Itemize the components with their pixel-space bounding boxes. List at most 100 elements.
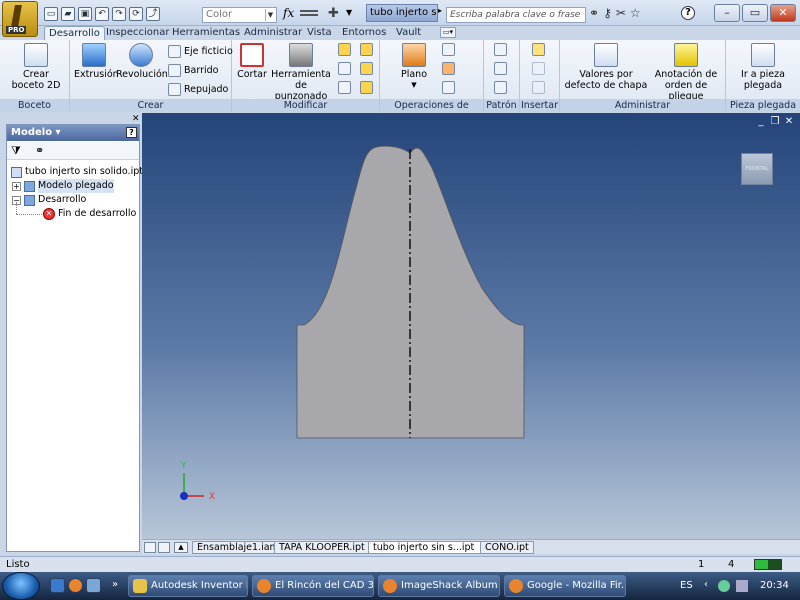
work-point-icon[interactable] — [442, 62, 455, 75]
volume-icon[interactable] — [736, 580, 748, 592]
network-icon[interactable] — [718, 580, 730, 592]
tree-node-desarrollo[interactable]: − Desarrollo — [12, 193, 86, 207]
browser-help-icon[interactable]: ? — [126, 127, 137, 138]
update-icon[interactable]: ⟳ — [129, 7, 143, 21]
hem-icon[interactable] — [360, 62, 373, 75]
tab-desarrollo[interactable]: Desarrollo — [44, 26, 105, 40]
quicklaunch-chevron-icon[interactable]: » — [112, 579, 118, 590]
anotacion-orden-pliegue-button[interactable]: Anotación de orden de pliegue — [648, 43, 724, 102]
taskbar-item-inventor[interactable]: Autodesk Inventor P... — [128, 575, 248, 597]
doc-tab-ensamblaje1[interactable]: Ensamblaje1.iam — [192, 541, 284, 554]
inventor-logo-icon — [11, 5, 22, 27]
import-icon[interactable] — [532, 81, 545, 94]
search-input[interactable]: Escriba palabra clave o frase — [446, 7, 586, 23]
doc-tab-tubo-injerto[interactable]: tubo injerto sin s...ipt ⊠ — [368, 541, 492, 554]
tab-scroll-up-icon[interactable]: ▲ — [174, 542, 188, 553]
clock[interactable]: 20:34 — [760, 580, 789, 591]
firefox-icon[interactable] — [68, 578, 83, 593]
tab-inspeccionar[interactable]: Inspeccionar — [102, 26, 173, 40]
circular-pattern-icon[interactable] — [494, 62, 507, 75]
show-desktop-icon[interactable] — [50, 578, 65, 593]
save-icon[interactable]: ▣ — [78, 7, 92, 21]
title-arrow-icon[interactable]: ▸ — [438, 6, 442, 15]
tab-vista[interactable]: Vista — [303, 26, 336, 40]
fx-icon[interactable]: fx — [283, 6, 294, 20]
help-icon[interactable]: ? — [681, 6, 695, 20]
start-button[interactable] — [2, 572, 40, 600]
find-binoculars-icon[interactable]: ⚭ — [35, 144, 44, 157]
tab-administrar[interactable]: Administrar — [240, 26, 306, 40]
ir-pieza-plegada-button[interactable]: Ir a pieza plegada — [730, 43, 796, 91]
fold-icon[interactable] — [338, 81, 351, 94]
flat-pattern-drawing: X Y — [180, 145, 525, 502]
triad-origin — [180, 492, 188, 500]
browser-help-label: ? — [129, 128, 134, 137]
extrusion-button[interactable]: Extrusión — [74, 43, 119, 80]
taskbar-item-rincon-cad[interactable]: El Rincón del CAD 3... — [252, 575, 374, 597]
tab-herramientas[interactable]: Herramientas — [168, 26, 244, 40]
rectangular-pattern-icon[interactable] — [494, 43, 507, 56]
new-icon[interactable]: ▭ — [44, 7, 58, 21]
minimize-button[interactable]: – — [714, 4, 740, 22]
binoculars-icon[interactable]: ⚭ — [589, 6, 599, 20]
tab-entornos[interactable]: Entornos — [338, 26, 390, 40]
repujado-button[interactable]: Repujado — [168, 81, 228, 97]
tools-icon[interactable]: ✂ — [616, 6, 626, 20]
qat-dropdown-icon[interactable]: ▼ — [346, 8, 352, 17]
corner-round-icon[interactable] — [360, 81, 373, 94]
revolucion-button[interactable]: Revolución — [116, 43, 168, 80]
plano-button[interactable]: Plano ▼ — [394, 43, 434, 91]
filter-icon[interactable]: ⧩ — [11, 144, 21, 158]
lineweight-icon[interactable] — [300, 10, 318, 16]
tile-windows-icon[interactable] — [144, 542, 156, 553]
arrange-windows-icon[interactable] — [158, 542, 170, 553]
key-icon[interactable]: ⚷ — [603, 6, 612, 20]
browser-close-icon[interactable]: ✕ — [132, 114, 140, 124]
fx-label: fx — [283, 6, 295, 20]
graphics-viewport[interactable]: _ ❐ ✕ FRONTAL X Y — [142, 113, 800, 539]
work-axis-icon[interactable] — [442, 43, 455, 56]
doc-tab-cono[interactable]: CONO.ipt — [480, 541, 534, 554]
flat-pattern-icon — [24, 194, 35, 206]
cut-icon — [240, 43, 264, 67]
tree-node-fin-desarrollo[interactable]: ✕ Fin de desarrollo — [43, 207, 136, 221]
tray-expand-icon[interactable]: ‹ — [704, 579, 708, 590]
taskbar-item-google[interactable]: Google - Mozilla Fir... — [504, 575, 626, 597]
language-indicator[interactable]: ES — [680, 580, 693, 591]
flange-icon[interactable] — [338, 43, 351, 56]
application-menu-button[interactable]: PRO — [2, 1, 38, 37]
taskbar-item-imageshack[interactable]: ImageShack Album ... — [378, 575, 500, 597]
corner-seam-icon[interactable] — [338, 62, 351, 75]
insert-image-icon[interactable] — [532, 43, 545, 56]
tab-vault[interactable]: Vault — [392, 26, 425, 40]
color-combo[interactable]: Color ▼ — [202, 7, 277, 23]
plus-icon[interactable]: ✚ — [328, 6, 339, 21]
contour-flange-icon[interactable] — [360, 43, 373, 56]
eje-ficticio-button[interactable]: Eje ficticio — [168, 43, 233, 59]
maximize-button[interactable]: ▭ — [742, 4, 768, 22]
doc-tab-tapa-klooper[interactable]: TAPA KLOOPER.ipt — [274, 541, 370, 554]
tree-node-part[interactable]: tubo injerto sin solido.ipt — [11, 165, 143, 179]
bend-order-icon — [674, 43, 698, 67]
tree-label: Modelo plegado — [38, 179, 114, 193]
barrido-button[interactable]: Barrido — [168, 62, 218, 78]
open-icon[interactable]: ▰ — [61, 7, 75, 21]
cortar-button[interactable]: Cortar — [235, 43, 269, 80]
crear-boceto-button[interactable]: Crear boceto 2D — [8, 43, 64, 91]
expand-plus-icon[interactable]: + — [12, 181, 21, 191]
redo-icon[interactable]: ↷ — [112, 7, 126, 21]
undo-icon[interactable]: ↶ — [95, 7, 109, 21]
return-icon[interactable]: ⤴ — [146, 7, 160, 21]
close-window-button[interactable]: ✕ — [770, 4, 796, 22]
valores-defecto-chapa-button[interactable]: Valores por defecto de chapa — [564, 43, 648, 91]
switch-windows-icon[interactable] — [86, 578, 101, 593]
ucs-icon[interactable] — [442, 81, 455, 94]
ribbon-minimize-icon[interactable]: ▭▾ — [440, 27, 456, 38]
insert-object-icon[interactable] — [532, 62, 545, 75]
favorite-star-icon[interactable]: ☆ — [630, 6, 641, 20]
mirror-icon[interactable] — [494, 81, 507, 94]
tree-node-modelo-plegado[interactable]: + Modelo plegado — [12, 179, 114, 193]
browser-header[interactable]: Modelo ▾ ? — [7, 125, 139, 141]
ribbon-tab-row: Desarrollo Inspeccionar Herramientas Adm… — [0, 26, 800, 40]
herramienta-punzonado-button[interactable]: Herramienta de punzonado — [268, 43, 334, 102]
